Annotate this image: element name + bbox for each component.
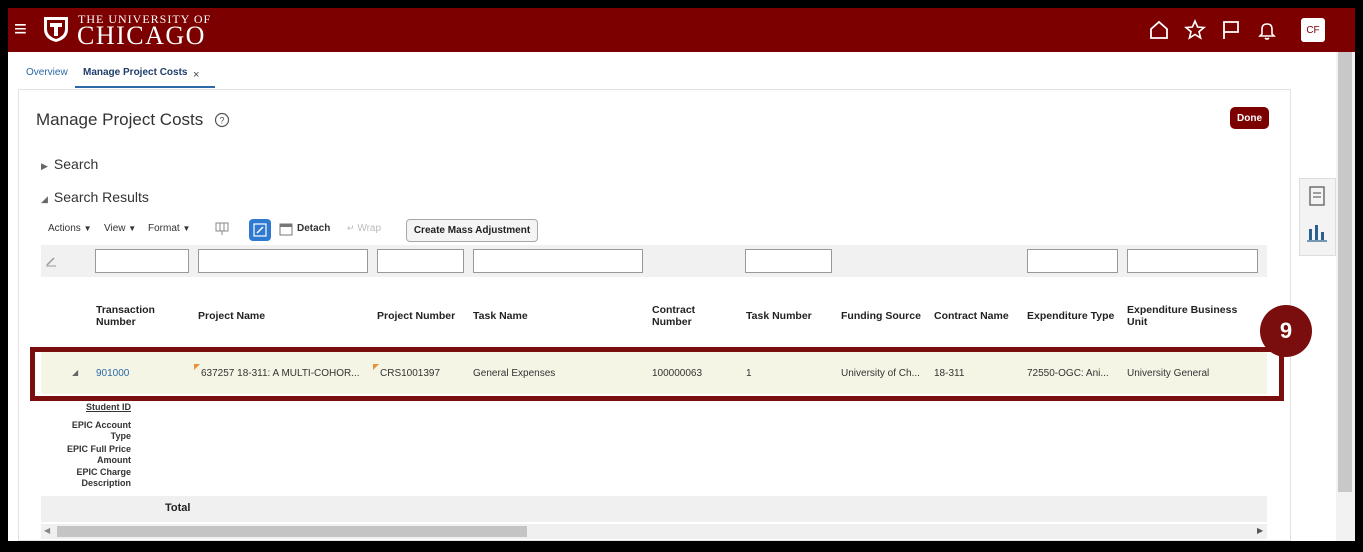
help-icon[interactable]: ? [214,112,230,128]
search-results-label: Search Results [53,189,149,205]
col-task-number[interactable]: Task Number [746,310,812,322]
search-section-toggle[interactable]: ▶ Search [41,156,98,172]
total-label: Total [165,502,191,514]
clear-filter-icon[interactable] [45,255,57,267]
close-tab-icon[interactable]: × [193,69,199,81]
dropdown-arrow-icon: ▼ [83,224,92,233]
tab-manage-project-costs[interactable]: Manage Project Costs [83,67,187,78]
col-funding-source[interactable]: Funding Source [841,310,921,322]
university-name-line2: CHICAGO [77,21,206,50]
col-expenditure-business-unit[interactable]: Expenditure Business Unit [1127,304,1237,328]
detail-label-epic-charge-2: Description [81,478,131,488]
bell-icon[interactable] [1255,18,1279,42]
col-task-name[interactable]: Task Name [473,310,528,322]
filter-task-name[interactable] [473,249,643,273]
detach-button[interactable]: Detach [297,223,330,234]
wrap-label: Wrap [357,223,382,234]
expand-triangle-icon: ▶ [41,161,48,171]
total-row [41,496,1267,522]
col-label-line1: Contract [652,304,696,316]
dropdown-arrow-icon: ▼ [128,224,137,233]
university-crest-icon [44,17,68,42]
col-label-line2: Number [652,316,692,328]
vertical-scrollbar-thumb[interactable] [1338,52,1352,492]
view-label: View [104,223,126,234]
page-title: Manage Project Costs [36,110,204,129]
flag-icon[interactable] [1219,18,1243,42]
step-number-badge: 9 [1260,305,1312,357]
actions-label: Actions [48,223,81,234]
detail-label-epic-full-price-2: Amount [97,455,131,465]
col-project-number[interactable]: Project Number [377,310,455,322]
detail-label-epic-charge-1: EPIC Charge [76,467,131,477]
dropdown-arrow-icon: ▼ [182,224,191,233]
filter-project-name[interactable] [198,249,368,273]
scroll-right-icon[interactable]: ▶ [1257,526,1263,535]
star-icon[interactable] [1183,18,1207,42]
view-menu[interactable]: View ▼ [104,223,136,234]
tab-overview[interactable]: Overview [26,67,68,78]
search-results-section-toggle[interactable]: ◢ Search Results [41,189,149,205]
edit-icon [253,223,267,237]
detail-label-student-id: Student ID [86,402,131,412]
wrap-icon: ↵ [347,223,355,233]
document-icon[interactable] [1308,186,1326,206]
filter-task-number[interactable] [745,249,832,273]
detail-label-epic-account-type-2: Type [110,431,131,441]
format-label: Format [148,223,180,234]
collapse-triangle-icon: ◢ [41,194,48,204]
user-avatar[interactable]: CF [1301,18,1325,42]
menu-icon[interactable]: ≡ [14,17,27,41]
filter-expenditure-type[interactable] [1027,249,1118,273]
filter-transaction-number[interactable] [95,249,189,273]
highlight-callout-box [30,347,1284,401]
bar-chart-icon[interactable] [1306,221,1328,243]
home-icon[interactable] [1147,18,1171,42]
format-menu[interactable]: Format ▼ [148,223,190,234]
col-project-name[interactable]: Project Name [198,310,265,322]
svg-text:?: ? [219,116,224,126]
detach-icon [279,223,293,236]
col-expenditure-type[interactable]: Expenditure Type [1027,310,1114,322]
col-label-line1: Transaction [96,304,155,316]
col-contract-number[interactable]: Contract Number [652,304,695,328]
search-section-label: Search [53,156,99,172]
col-label-line2: Number [96,316,136,328]
detail-label-epic-account-type-1: EPIC Account [71,420,131,430]
create-mass-adjustment-button[interactable]: Create Mass Adjustment [406,219,538,242]
filter-project-number[interactable] [377,249,464,273]
col-transaction-number[interactable]: Transaction Number [96,304,155,328]
actions-menu[interactable]: Actions ▼ [48,223,92,234]
filter-expenditure-business-unit[interactable] [1127,249,1258,273]
wrap-button[interactable]: ↵ Wrap [347,223,381,234]
col-contract-name[interactable]: Contract Name [934,310,1009,322]
freeze-columns-icon[interactable] [215,222,229,236]
scroll-left-icon[interactable]: ◀ [44,526,50,535]
horizontal-scrollbar-thumb[interactable] [57,526,527,537]
done-button[interactable]: Done [1230,107,1269,129]
col-label-line2: Unit [1127,316,1148,328]
detail-label-epic-full-price-1: EPIC Full Price [66,444,131,454]
app-window: ≡ THE UNIVERSITY OF CHICAGO CF Overview … [8,8,1355,541]
active-tab-indicator [75,86,215,88]
col-label-line1: Expenditure Business [1127,304,1238,316]
